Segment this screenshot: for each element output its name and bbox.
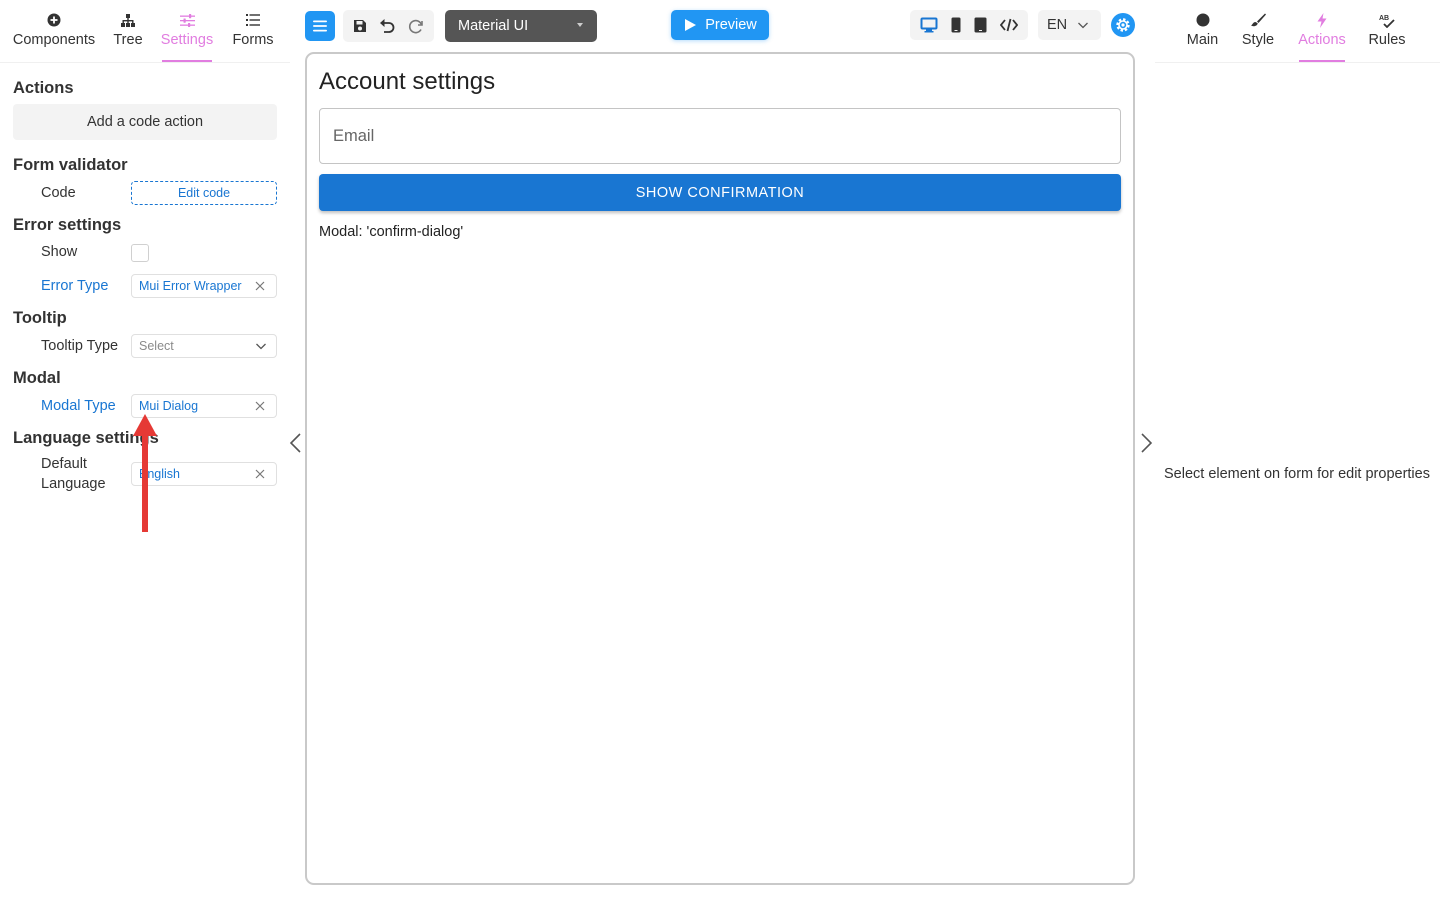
form-canvas: Account settings Email SHOW CONFIRMATION…: [305, 52, 1135, 885]
collapse-left-panel-icon[interactable]: [288, 432, 304, 454]
theme-select[interactable]: Material UI: [445, 10, 597, 42]
list-icon: [246, 11, 260, 29]
mobile-icon[interactable]: [951, 17, 961, 33]
code-label: Code: [41, 185, 76, 201]
form-title: Account settings: [319, 68, 496, 95]
chevron-down-icon: [1078, 22, 1088, 29]
tree-icon: [121, 11, 135, 29]
edit-code-button[interactable]: Edit code: [131, 181, 277, 205]
tooltip-section-title: Tooltip: [13, 309, 67, 327]
tab-components[interactable]: Components: [0, 0, 108, 62]
left-tabs: Components Tree Settings Forms: [0, 0, 274, 62]
lightning-icon: [1317, 11, 1327, 29]
tooltip-type-placeholder: Select: [139, 339, 174, 353]
tablet-icon[interactable]: [974, 17, 987, 33]
caret-down-icon: [577, 23, 583, 27]
tab-actions[interactable]: Actions: [1298, 0, 1346, 62]
settings-button[interactable]: [1111, 13, 1135, 37]
language-select-value: EN: [1047, 17, 1068, 33]
plus-circle-icon: [47, 11, 61, 29]
tab-main-label: Main: [1186, 32, 1219, 48]
empty-selection-message: Select element on form for edit properti…: [1164, 466, 1430, 482]
left-panel: Components Tree Settings Forms Actions A…: [0, 0, 290, 900]
error-type-select[interactable]: Mui Error Wrapper: [131, 274, 277, 298]
email-placeholder: Email: [333, 126, 375, 145]
sliders-icon: [179, 11, 195, 29]
tab-actions-label: Actions: [1298, 32, 1346, 48]
tooltip-type-label: Tooltip Type: [41, 338, 119, 354]
modal-component-label[interactable]: Modal: 'confirm-dialog': [319, 224, 463, 240]
show-error-checkbox[interactable]: [131, 244, 149, 262]
right-tabs: Main Style Actions AB Rules: [1175, 0, 1407, 62]
tab-style[interactable]: Style: [1238, 0, 1278, 62]
tab-forms-label: Forms: [232, 32, 274, 48]
tab-rules[interactable]: AB Rules: [1367, 0, 1407, 62]
undo-icon[interactable]: [378, 17, 396, 35]
spellcheck-icon: AB: [1379, 11, 1395, 29]
svg-text:AB: AB: [1379, 15, 1389, 22]
history-controls: [343, 10, 434, 42]
menu-button[interactable]: [305, 11, 335, 41]
red-annotation-arrow-icon: [133, 414, 157, 532]
code-icon[interactable]: [1000, 18, 1019, 32]
left-panel-divider: [0, 62, 290, 63]
save-icon[interactable]: [352, 18, 368, 34]
error-type-label: Error Type: [41, 278, 109, 294]
tab-rules-label: Rules: [1368, 32, 1406, 48]
preview-button[interactable]: Preview: [671, 10, 769, 40]
modal-section-title: Modal: [13, 369, 61, 387]
theme-select-value: Material UI: [458, 18, 529, 34]
tab-components-label: Components: [12, 32, 96, 48]
clear-modal-type-icon[interactable]: [253, 399, 267, 413]
device-switcher: [910, 10, 1028, 40]
error-settings-section-title: Error settings: [13, 216, 122, 234]
brush-icon: [1250, 11, 1266, 29]
add-code-action-button[interactable]: Add a code action: [13, 104, 277, 140]
language-select[interactable]: EN: [1038, 10, 1101, 40]
tooltip-type-select[interactable]: Select: [131, 334, 277, 358]
tab-settings[interactable]: Settings: [160, 0, 214, 62]
email-field[interactable]: Email: [319, 108, 1121, 164]
circle-icon: [1196, 11, 1210, 29]
redo-icon[interactable]: [407, 17, 425, 35]
tab-main[interactable]: Main: [1175, 0, 1230, 62]
modal-type-value: Mui Dialog: [139, 399, 199, 413]
right-panel-divider: [1155, 62, 1440, 63]
clear-default-language-icon[interactable]: [253, 467, 267, 481]
desktop-icon[interactable]: [920, 17, 938, 33]
tab-settings-label: Settings: [160, 32, 214, 48]
preview-button-label: Preview: [705, 17, 757, 33]
default-language-label-line1: Default: [41, 456, 87, 472]
tab-style-label: Style: [1241, 32, 1275, 48]
gear-icon: [1116, 18, 1130, 32]
top-toolbar: Material UI Preview EN: [300, 0, 1140, 52]
tab-tree-label: Tree: [113, 32, 143, 48]
hamburger-icon: [313, 20, 327, 32]
play-icon: [685, 19, 697, 31]
tab-forms[interactable]: Forms: [232, 0, 274, 62]
clear-error-type-icon[interactable]: [253, 279, 267, 293]
chevron-down-icon: [256, 343, 266, 350]
show-label: Show: [41, 244, 78, 260]
error-type-value: Mui Error Wrapper: [139, 279, 242, 293]
actions-section-title: Actions: [13, 79, 74, 97]
form-validator-section-title: Form validator: [13, 156, 128, 174]
tab-tree[interactable]: Tree: [108, 0, 148, 62]
collapse-right-panel-icon[interactable]: [1138, 432, 1154, 454]
default-language-label-line2: Language: [41, 476, 106, 492]
modal-type-label: Modal Type: [41, 398, 116, 414]
show-confirmation-button[interactable]: SHOW CONFIRMATION: [319, 174, 1121, 211]
form-builder-app: Components Tree Settings Forms Actions A…: [0, 0, 1440, 900]
